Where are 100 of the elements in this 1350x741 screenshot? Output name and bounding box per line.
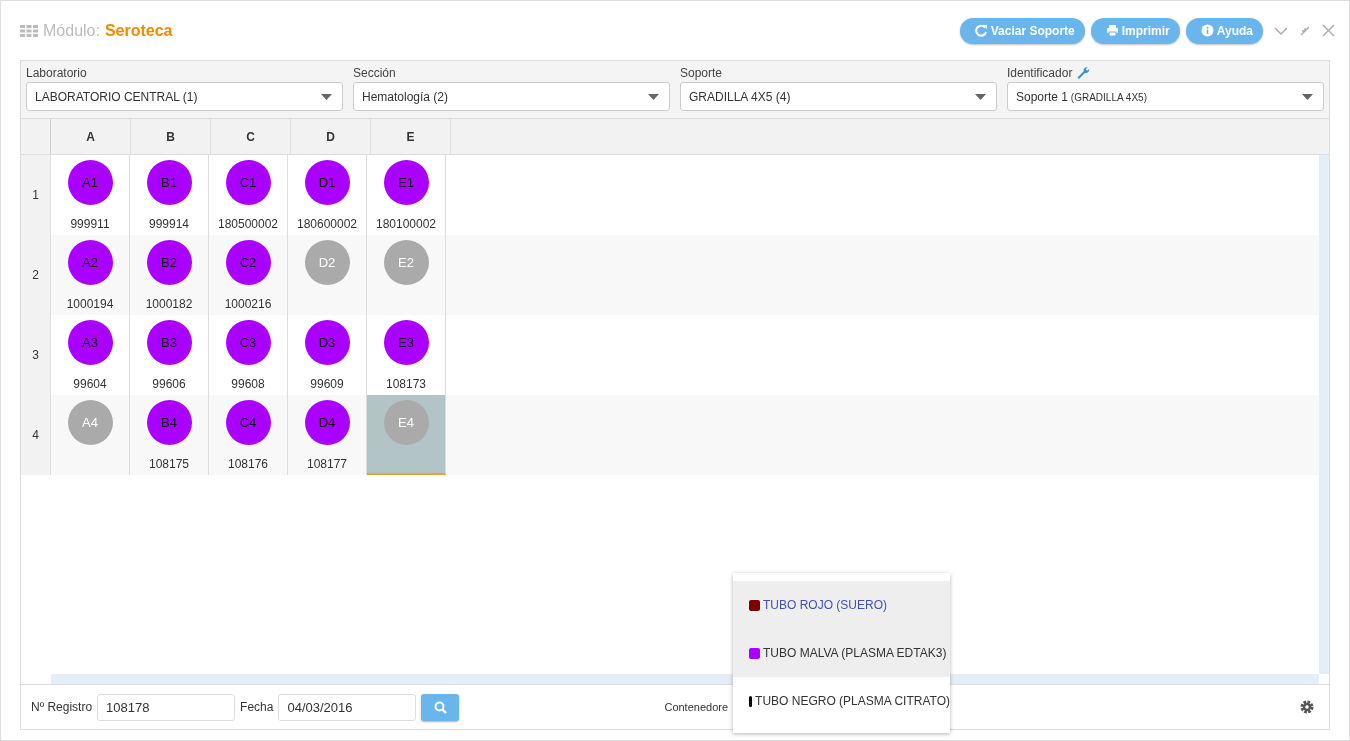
refresh-icon [974, 24, 988, 37]
sample-code: 999914 [148, 217, 189, 231]
sample-code: 108175 [148, 457, 189, 471]
tube-well[interactable]: A3 [67, 320, 113, 365]
tube-well[interactable]: C3 [225, 320, 271, 365]
dropdown-field[interactable]: Soporte 1 (GRADILLA 4X5) [1007, 82, 1324, 111]
settings-icon[interactable] [1299, 699, 1315, 715]
menu-item[interactable]: TUBO MALVA (PLASMA EDTAK3) [733, 629, 950, 677]
tube-well[interactable]: C2 [225, 240, 271, 285]
tube-well[interactable]: B1 [146, 160, 192, 205]
printer-icon [1105, 24, 1119, 37]
module-label: Módulo: [43, 21, 100, 40]
grid-cell[interactable]: C3 99608 [209, 315, 288, 395]
grid-cell[interactable]: C2 1000216 [209, 235, 288, 315]
sample-code: 180100002 [375, 217, 437, 231]
toolbar-button[interactable]: Ayuda [1185, 17, 1263, 44]
grid-cell[interactable]: A4 [51, 395, 130, 475]
toolbar-button[interactable]: Imprimir [1090, 17, 1180, 44]
grid-cell[interactable]: B2 1000182 [130, 235, 209, 315]
sample-code: 999911 [70, 217, 110, 231]
field-label: Contenedore [664, 701, 729, 713]
column-header: B [131, 119, 211, 154]
grid-cell[interactable]: C1 180500002 [209, 155, 288, 235]
sample-code: 1000182 [145, 297, 193, 311]
sample-code: 108177 [306, 457, 347, 471]
grid-cell[interactable]: D4 108177 [288, 395, 367, 475]
tube-well[interactable]: C1 [225, 160, 271, 205]
caret-down-icon [321, 93, 332, 100]
tube-well[interactable]: A2 [67, 240, 113, 285]
grid-cell[interactable]: E2 [367, 235, 446, 315]
sample-code: 99608 [231, 377, 265, 391]
column-header: C [211, 119, 291, 154]
caret-down-icon [975, 93, 986, 100]
grid-icon [20, 24, 38, 37]
field-label: Sección [353, 66, 396, 80]
caret-down-icon [648, 93, 659, 100]
tube-well[interactable]: E1 [383, 160, 429, 205]
menu-item[interactable]: TUBO NEGRO (PLASMA CITRATO) [733, 677, 950, 725]
search-button[interactable] [421, 693, 460, 721]
tube-well[interactable]: D4 [304, 400, 350, 445]
grid-cell[interactable]: B1 999914 [130, 155, 209, 235]
tube-well[interactable]: A1 [67, 160, 113, 205]
dropdown-field[interactable]: Hematología (2) [353, 82, 670, 111]
info-icon [1200, 24, 1214, 37]
date-field[interactable]: 04/03/2016 [278, 693, 417, 721]
search-icon [433, 700, 447, 714]
grid-cell[interactable]: D1 180600002 [288, 155, 367, 235]
grid-cell[interactable]: C4 108176 [209, 395, 288, 475]
caret-down-icon [1302, 93, 1313, 100]
column-header: D [291, 119, 371, 154]
sample-code: 1000216 [224, 297, 272, 311]
grid-cell[interactable]: E3 108173 [367, 315, 446, 395]
tube-well[interactable]: A4 [67, 400, 113, 445]
grid-cell[interactable]: E4 [367, 395, 446, 475]
toolbar-button[interactable]: Vaciar Soporte [959, 17, 1085, 44]
tube-well[interactable]: B4 [146, 400, 192, 445]
sample-code: 108176 [227, 457, 268, 471]
close-icon [1322, 24, 1335, 37]
grid-cell[interactable]: E1 180100002 [367, 155, 446, 235]
tube-well[interactable]: C4 [225, 400, 271, 445]
grid-cell[interactable]: A1 999911 [51, 155, 130, 235]
module-name: Seroteca [104, 21, 173, 40]
grid-cell[interactable]: B4 108175 [130, 395, 209, 475]
sample-code: 180500002 [217, 217, 279, 231]
row-header: 2 [21, 235, 51, 315]
field-label: Fecha [240, 700, 274, 714]
row-header: 4 [21, 395, 51, 475]
field-label: Identificador [1007, 66, 1073, 80]
sample-code: 1000194 [66, 297, 114, 311]
grid-cell[interactable]: A2 1000194 [51, 235, 130, 315]
minimize-icon [1299, 24, 1311, 37]
tube-well[interactable]: D2 [304, 240, 350, 285]
grid-cell[interactable]: B3 99606 [130, 315, 209, 395]
vertical-scrollbar[interactable] [1319, 155, 1329, 674]
column-header: A [51, 119, 131, 154]
menu-item[interactable]: TUBO ROJO (SUERO) [733, 581, 950, 629]
row-header: 1 [21, 155, 51, 235]
row-header: 3 [21, 315, 51, 395]
tube-well[interactable]: D3 [304, 320, 350, 365]
field-label: Soporte [680, 66, 723, 80]
grid-cell[interactable]: A3 99604 [51, 315, 130, 395]
sample-code: 99609 [310, 377, 344, 391]
tube-well[interactable]: E2 [383, 240, 429, 285]
sample-code: 99606 [152, 377, 186, 391]
tube-well[interactable]: E4 [383, 400, 429, 445]
grid-cell[interactable]: D2 [288, 235, 367, 315]
tube-well[interactable]: E3 [383, 320, 429, 365]
registro-field[interactable]: 108178 [97, 693, 236, 721]
sample-code: 99604 [73, 377, 107, 391]
tube-well[interactable]: D1 [304, 160, 350, 205]
tube-well[interactable]: B2 [146, 240, 192, 285]
sample-code: 108173 [385, 377, 426, 391]
sample-code: 180600002 [296, 217, 358, 231]
wrench-icon [1076, 66, 1091, 80]
field-label: Laboratorio [26, 66, 87, 80]
tube-well[interactable]: B3 [146, 320, 192, 365]
grid-cell[interactable]: D3 99609 [288, 315, 367, 395]
dropdown-field[interactable]: GRADILLA 4X5 (4) [680, 82, 997, 111]
dropdown-field[interactable]: LABORATORIO CENTRAL (1) [26, 82, 343, 111]
column-header: E [371, 119, 451, 154]
